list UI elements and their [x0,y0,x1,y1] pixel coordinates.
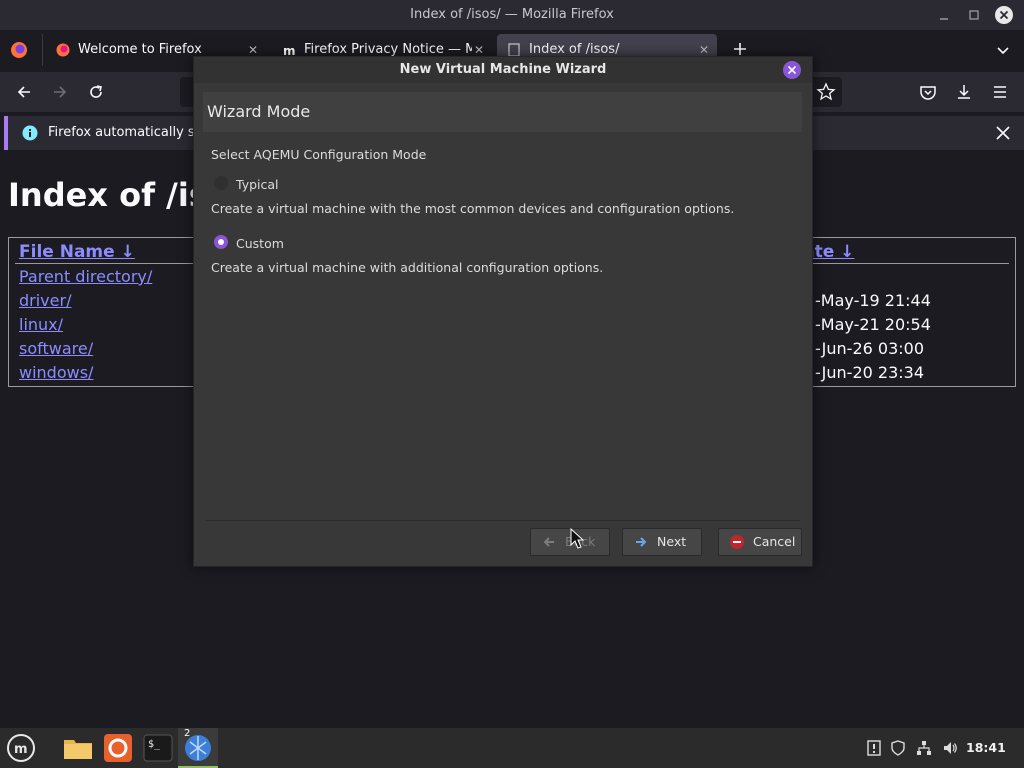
mozilla-m-icon: m [282,43,296,57]
close-window-icon[interactable] [994,5,1014,25]
radio-custom-label[interactable]: Custom [236,236,284,251]
svg-text:m: m [14,742,28,757]
file-date: -May-21 20:54 [815,315,931,334]
file-link[interactable]: software/ [19,339,93,358]
radio-typical-label[interactable]: Typical [236,177,279,192]
taskbar: m $_ 2 18:41 [0,728,1024,768]
menu-hamburger-icon[interactable] [990,82,1010,102]
cancel-button[interactable]: Cancel [718,528,802,556]
window-title: Index of /isos/ — Mozilla Firefox [410,7,614,22]
svg-text:$_: $_ [148,739,161,750]
update-manager-icon[interactable] [866,740,882,756]
shield-icon[interactable] [890,740,906,756]
files-folder-icon[interactable] [62,732,94,764]
custom-description: Create a virtual machine with additional… [211,260,604,275]
wizard-page-header: Wizard Mode [203,92,802,132]
back-arrow-icon[interactable] [14,82,34,102]
info-icon [22,125,38,141]
reload-icon[interactable] [86,82,106,102]
new-vm-wizard-dialog: New Virtual Machine Wizard Wizard Mode S… [193,56,813,567]
forward-arrow-icon[interactable] [50,82,70,102]
pocket-icon[interactable] [918,82,938,102]
clock[interactable]: 18:41 [966,728,1006,768]
volume-icon[interactable] [942,740,958,756]
file-date: -May-19 21:44 [815,291,931,310]
next-arrow-icon [633,534,649,550]
file-date: -Jun-26 03:00 [815,339,924,358]
file-date: -Jun-20 23:34 [815,363,924,382]
file-link[interactable]: driver/ [19,291,71,310]
workspace-badge: 2 [184,728,191,739]
back-arrow-icon [541,534,557,550]
next-button-label: Next [657,534,687,549]
terminal-icon[interactable]: $_ [142,732,174,764]
bookmark-star-icon[interactable] [816,82,836,102]
file-link[interactable]: windows/ [19,363,93,382]
cancel-icon [729,534,745,550]
page-icon [507,43,521,57]
firefox-taskbar-icon[interactable] [102,732,134,764]
radio-typical[interactable] [214,176,228,190]
radio-custom[interactable] [214,235,228,249]
next-button[interactable]: Next [622,528,702,556]
mint-menu-icon[interactable]: m [5,732,37,764]
cancel-button-label: Cancel [753,534,796,549]
network-icon[interactable] [916,740,932,756]
firefox-logo-icon [56,43,70,57]
dialog-close-icon[interactable] [783,61,801,79]
downloads-icon[interactable] [954,82,974,102]
firefox-view-icon[interactable] [10,41,28,59]
typical-description: Create a virtual machine with the most c… [211,201,735,216]
dialog-title: New Virtual Machine Wizard [194,57,812,83]
mouse-pointer-icon [570,528,586,550]
file-link[interactable]: linux/ [19,315,63,334]
list-all-tabs-icon[interactable] [994,42,1012,60]
maximize-icon[interactable] [964,5,984,25]
notification-close-icon[interactable] [994,124,1012,142]
config-mode-prompt: Select AQEMU Configuration Mode [211,147,427,162]
wizard-page-title: Wizard Mode [207,102,311,121]
column-header-name[interactable]: File Name ↓ [19,242,135,262]
window-titlebar: Index of /isos/ — Mozilla Firefox [0,0,1024,30]
tab-divider [42,34,43,66]
minimize-icon[interactable] [934,5,954,25]
file-link[interactable]: Parent directory/ [19,267,152,286]
dialog-separator [206,520,800,521]
